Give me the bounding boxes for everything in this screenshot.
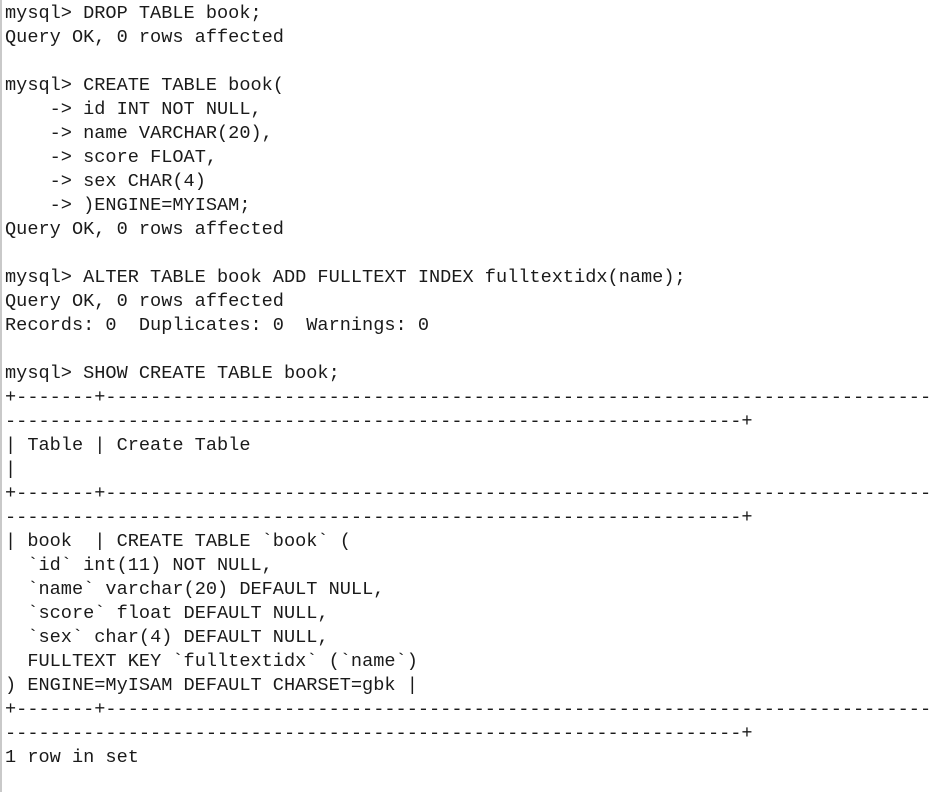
console-output-text: mysql> DROP TABLE book; Query OK, 0 rows… [5, 3, 932, 768]
terminal-window[interactable]: mysql> DROP TABLE book; Query OK, 0 rows… [0, 0, 934, 792]
